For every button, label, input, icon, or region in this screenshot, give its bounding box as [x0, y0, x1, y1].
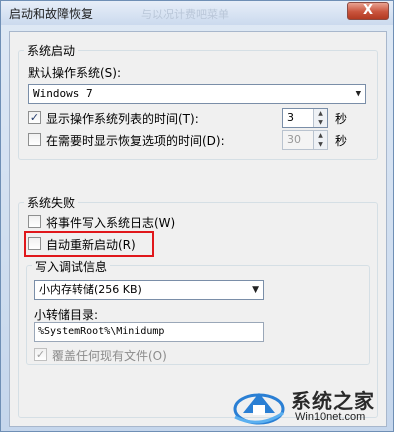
default-os-label: 默认操作系统(S):: [28, 66, 122, 80]
debug-type-value: 小内存转储(256 KB): [39, 283, 142, 296]
title-bar[interactable]: 启动和故障恢复 与以况计费吧菜单 X: [1, 1, 393, 25]
write-event-checkbox[interactable]: 将事件写入系统日志(W): [28, 214, 228, 230]
watermark: 系统之家 Win10net.com: [229, 383, 393, 431]
show-recovery-value: 30: [287, 133, 301, 146]
overwrite-checkbox[interactable]: ✓ 覆盖任何现有文件(O): [34, 347, 214, 363]
watermark-url: Win10net.com: [295, 411, 366, 423]
window-title: 启动和故障恢复: [9, 7, 94, 21]
show-recovery-spinner[interactable]: 30 ▲ ▼: [282, 130, 328, 150]
failure-group-title: 系统失败: [24, 194, 79, 211]
show-recovery-checkbox[interactable]: 在需要时显示恢复选项的时间(D):: [28, 132, 268, 148]
checkmark-icon: ✓: [28, 111, 41, 124]
dump-dir-input[interactable]: %SystemRoot%\Minidump: [34, 322, 264, 342]
close-icon: X: [362, 3, 374, 18]
show-os-list-spinner[interactable]: 3 ▲ ▼: [282, 108, 328, 128]
chevron-down-icon: ▼: [355, 89, 361, 99]
spin-arrows-icon[interactable]: ▲ ▼: [313, 131, 327, 149]
watermark-text: 系统之家: [291, 389, 375, 413]
debug-group-title: 写入调试信息: [32, 258, 111, 275]
show-os-list-checkbox[interactable]: ✓ 显示操作系统列表的时间(T):: [28, 110, 268, 126]
show-recovery-label: 在需要时显示恢复选项的时间(D):: [46, 134, 225, 148]
show-recovery-unit: 秒: [335, 134, 348, 148]
startup-group-title: 系统启动: [24, 42, 79, 59]
dialog-client: 系统启动 默认操作系统(S): Windows 7 ▼ ✓ 显示操作系统列表的时…: [9, 31, 387, 427]
checkbox-empty-icon: [28, 133, 41, 146]
chevron-down-icon: ▼: [252, 285, 259, 295]
debug-type-select[interactable]: 小内存转储(256 KB) ▼: [34, 280, 264, 300]
default-os-value: Windows 7: [33, 87, 93, 100]
checkbox-empty-icon: [28, 215, 41, 228]
default-os-select[interactable]: Windows 7 ▼: [28, 84, 366, 104]
dump-dir-label: 小转储目录:: [34, 308, 99, 322]
highlight-box: [24, 231, 154, 257]
ghost-title: 与以况计费吧菜单: [141, 8, 229, 21]
write-event-label: 将事件写入系统日志(W): [46, 216, 176, 230]
logo-icon: [233, 393, 285, 425]
dump-dir-value: %SystemRoot%\Minidump: [38, 326, 165, 337]
show-os-list-unit: 秒: [335, 112, 348, 126]
overwrite-label: 覆盖任何现有文件(O): [52, 349, 167, 363]
checkmark-icon: ✓: [34, 348, 47, 361]
dialog-window: 启动和故障恢复 与以况计费吧菜单 X 系统启动 默认操作系统(S): Windo…: [0, 0, 394, 432]
spin-arrows-icon[interactable]: ▲ ▼: [313, 109, 327, 127]
show-os-list-value: 3: [287, 111, 294, 124]
close-button[interactable]: X: [347, 2, 389, 20]
show-os-list-label: 显示操作系统列表的时间(T):: [46, 112, 199, 126]
